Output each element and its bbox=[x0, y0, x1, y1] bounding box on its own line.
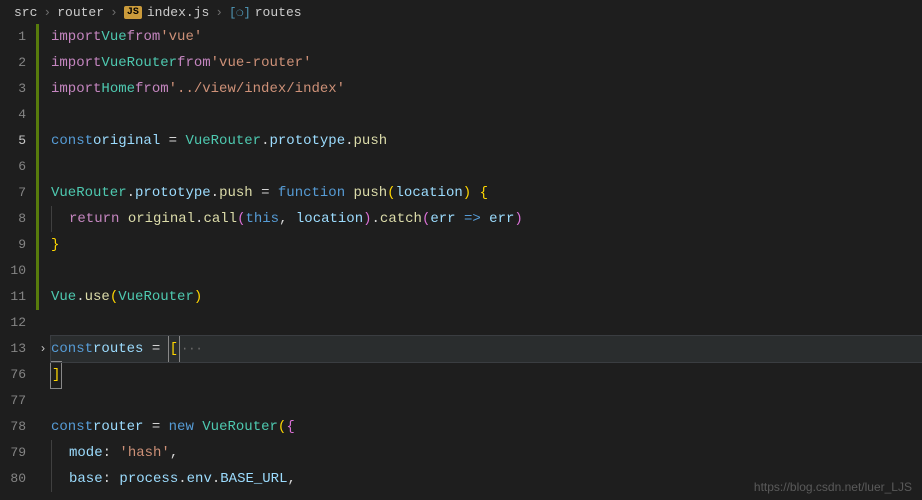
watermark: https://blog.csdn.net/luer_LJS bbox=[754, 480, 912, 494]
line-number[interactable]: 1 bbox=[0, 24, 26, 50]
breadcrumb-file[interactable]: index.js bbox=[147, 5, 209, 20]
code-line bbox=[51, 154, 922, 180]
code-line bbox=[51, 102, 922, 128]
breadcrumb-item[interactable]: src bbox=[14, 5, 37, 20]
line-number[interactable]: 5 bbox=[0, 128, 26, 154]
line-number[interactable]: 10 bbox=[0, 258, 26, 284]
line-number[interactable]: 3 bbox=[0, 76, 26, 102]
line-number[interactable]: 9 bbox=[0, 232, 26, 258]
line-number[interactable]: 79 bbox=[0, 440, 26, 466]
code-line: ›const routes = [··· bbox=[51, 336, 922, 362]
line-number[interactable]: 77 bbox=[0, 388, 26, 414]
line-number[interactable]: 2 bbox=[0, 50, 26, 76]
js-file-icon: JS bbox=[124, 6, 142, 19]
line-number[interactable]: 4 bbox=[0, 102, 26, 128]
line-number[interactable]: 7 bbox=[0, 180, 26, 206]
code-line: import VueRouter from 'vue-router' bbox=[51, 50, 922, 76]
variable-icon: [❍] bbox=[229, 5, 251, 20]
chevron-right-icon: › bbox=[215, 5, 223, 20]
code-line: mode: 'hash', bbox=[51, 440, 922, 466]
line-number[interactable]: 11 bbox=[0, 284, 26, 310]
line-number[interactable]: 13 bbox=[0, 336, 26, 362]
code-editor[interactable]: 1 2 3 4 5 6 7 8 9 10 11 12 13 76 77 78 7… bbox=[0, 24, 922, 500]
code-line bbox=[51, 310, 922, 336]
code-line: const original = VueRouter.prototype.pus… bbox=[51, 128, 922, 154]
line-number[interactable]: 6 bbox=[0, 154, 26, 180]
code-line bbox=[51, 258, 922, 284]
line-number[interactable]: 8 bbox=[0, 206, 26, 232]
code-line: ] bbox=[51, 362, 922, 388]
breadcrumb-item[interactable]: router bbox=[57, 5, 104, 20]
fold-chevron-icon[interactable]: › bbox=[37, 336, 49, 362]
code-line: return original.call(this, location).cat… bbox=[51, 206, 922, 232]
line-number[interactable]: 78 bbox=[0, 414, 26, 440]
code-line: const router = new VueRouter({ bbox=[51, 414, 922, 440]
code-line: } bbox=[51, 232, 922, 258]
chevron-right-icon: › bbox=[110, 5, 118, 20]
code-line: import Home from '../view/index/index' bbox=[51, 76, 922, 102]
code-content[interactable]: import Vue from 'vue' import VueRouter f… bbox=[39, 24, 922, 500]
folded-ellipsis-icon[interactable]: ··· bbox=[181, 336, 203, 362]
line-number[interactable]: 80 bbox=[0, 466, 26, 492]
code-line: VueRouter.prototype.push = function push… bbox=[51, 180, 922, 206]
code-line bbox=[51, 388, 922, 414]
line-number[interactable]: 76 bbox=[0, 362, 26, 388]
breadcrumb[interactable]: src › router › JS index.js › [❍] routes bbox=[0, 0, 922, 24]
line-number-gutter[interactable]: 1 2 3 4 5 6 7 8 9 10 11 12 13 76 77 78 7… bbox=[0, 24, 36, 500]
code-line: import Vue from 'vue' bbox=[51, 24, 922, 50]
chevron-right-icon: › bbox=[43, 5, 51, 20]
code-line: Vue.use(VueRouter) bbox=[51, 284, 922, 310]
line-number[interactable]: 12 bbox=[0, 310, 26, 336]
breadcrumb-symbol[interactable]: routes bbox=[255, 5, 302, 20]
